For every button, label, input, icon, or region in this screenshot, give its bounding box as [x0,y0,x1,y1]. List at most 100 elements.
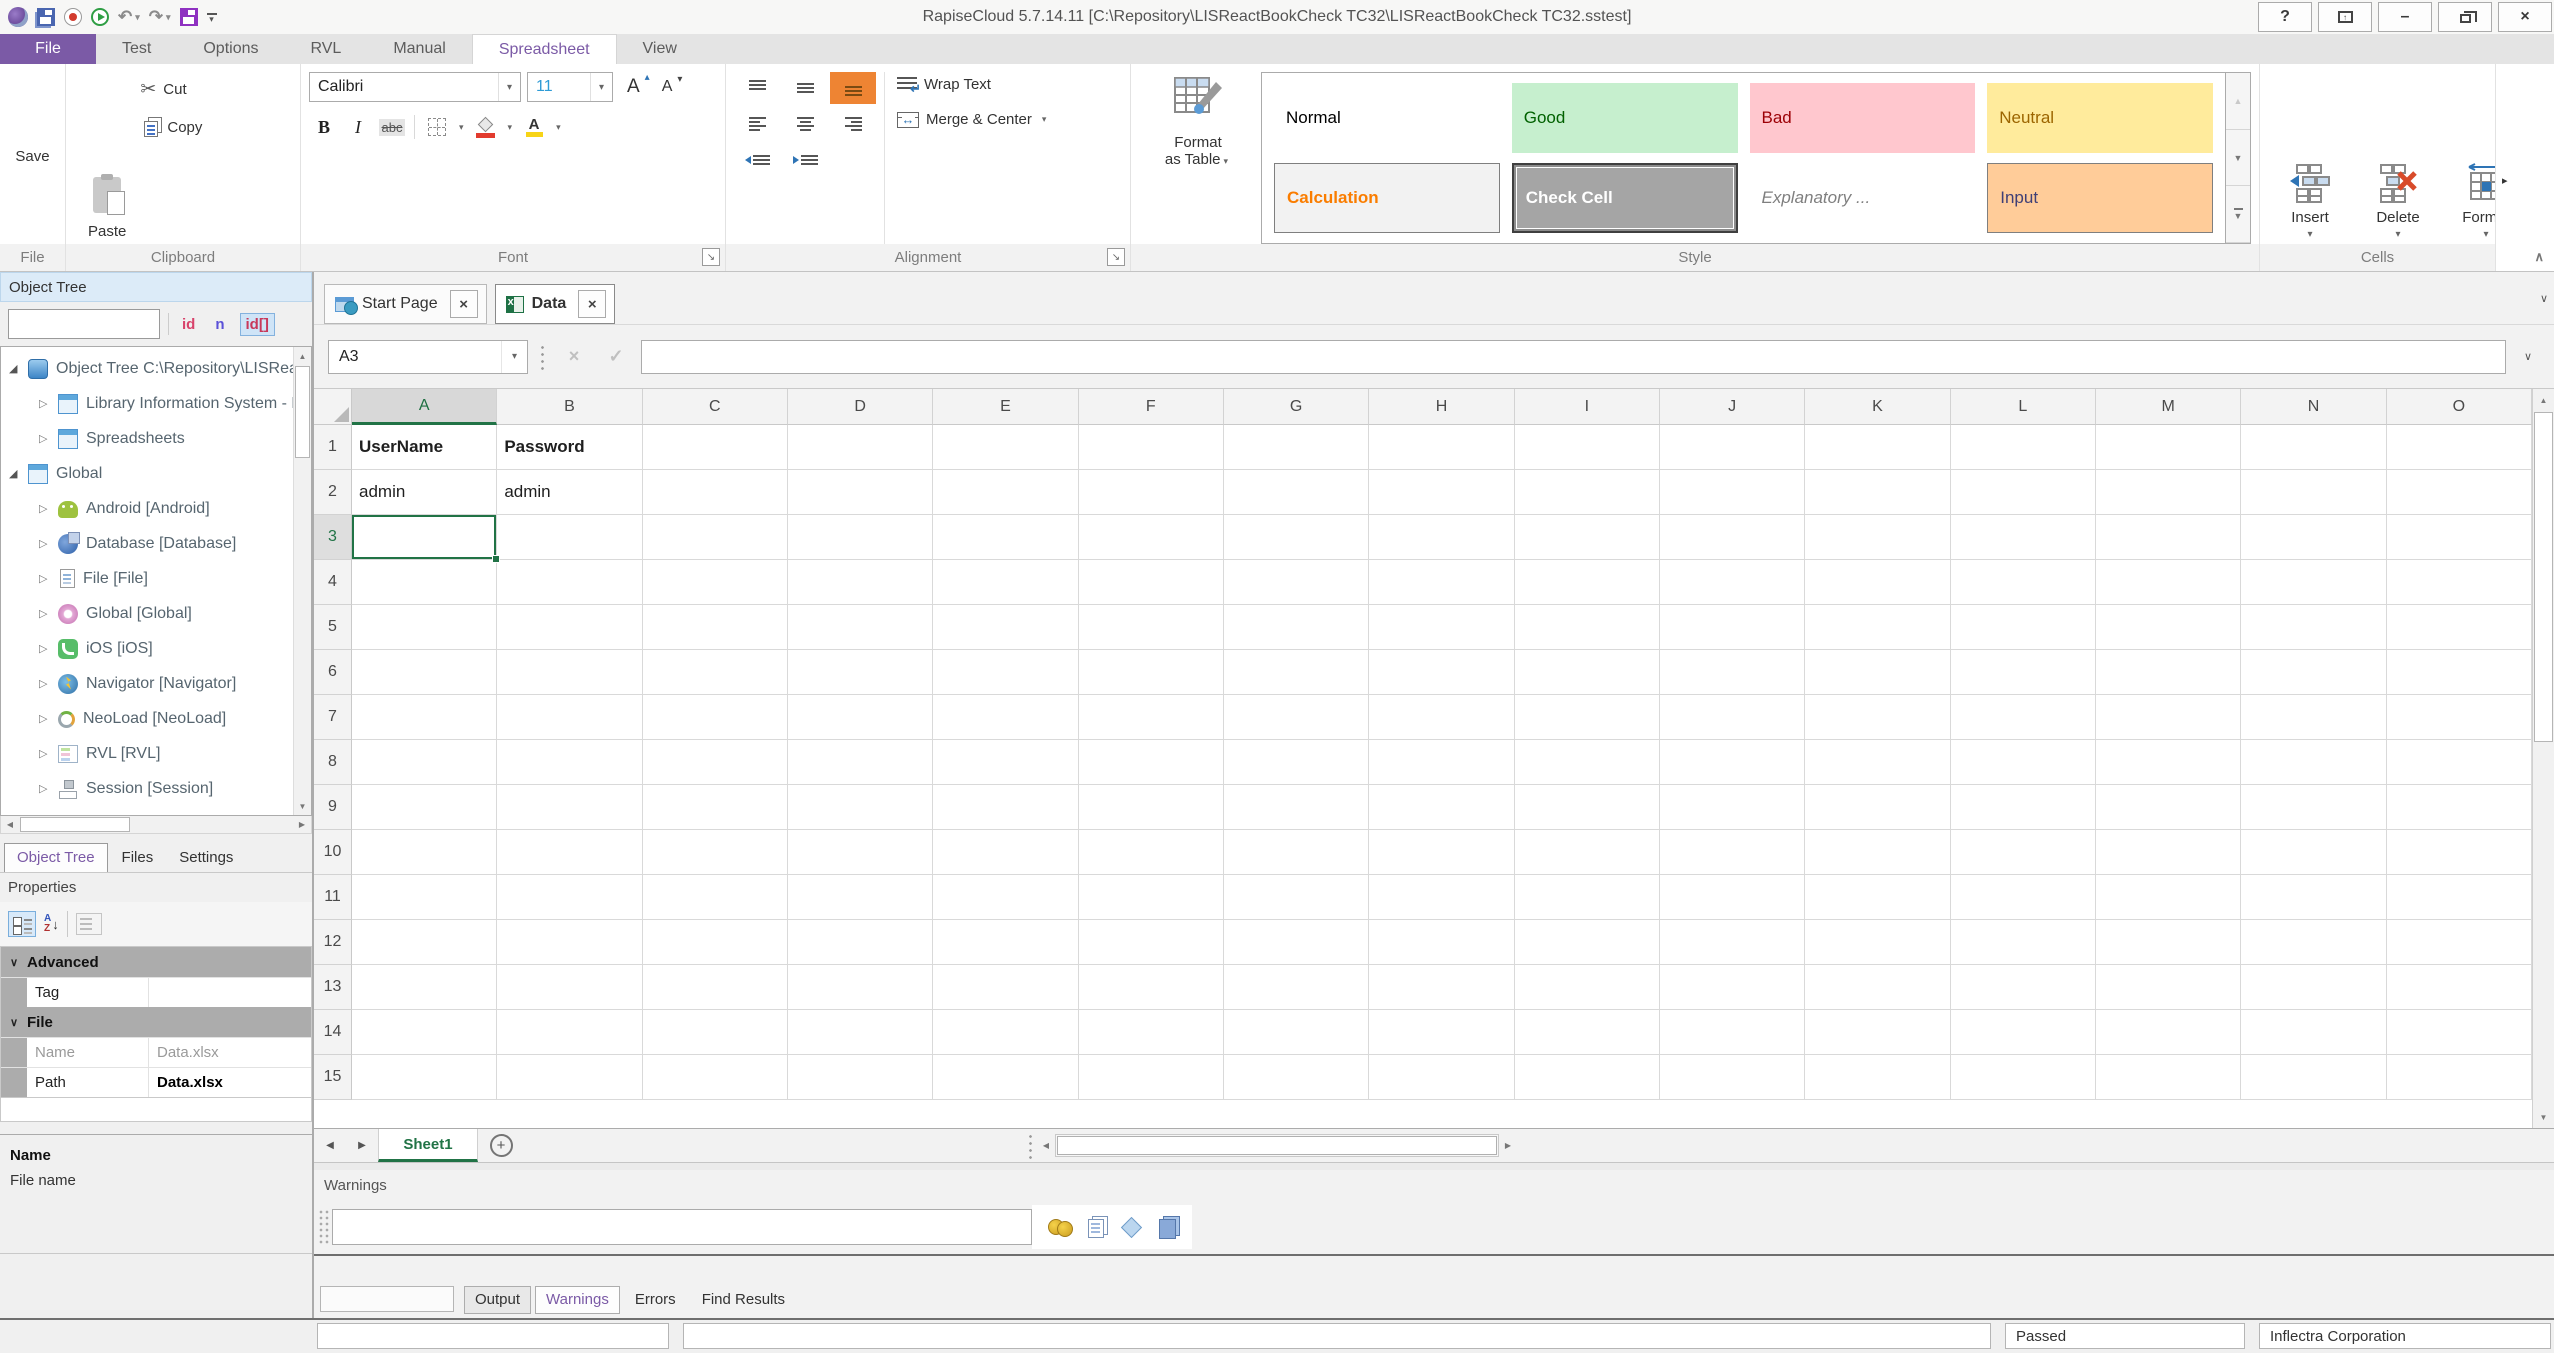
cell-b13[interactable] [497,965,642,1010]
expand-arrow-icon[interactable] [39,432,53,445]
ribbon-tab-test[interactable]: Test [96,34,177,64]
cell-f14[interactable] [1079,1010,1224,1055]
cell-a7[interactable] [352,695,497,740]
cell-h5[interactable] [1369,605,1514,650]
scroll-right-icon[interactable] [293,816,311,833]
column-header-e[interactable]: E [933,389,1078,425]
collapse-arrow-icon[interactable] [9,362,23,375]
cell-k15[interactable] [1805,1055,1950,1100]
increase-indent-button[interactable] [782,144,828,176]
cell-o9[interactable] [2387,785,2532,830]
cell-o2[interactable] [2387,470,2532,515]
cell-f7[interactable] [1079,695,1224,740]
cell-b11[interactable] [497,875,642,920]
cell-o1[interactable] [2387,425,2532,470]
chevron-down-icon[interactable] [505,122,516,133]
column-header-a[interactable]: A [352,389,497,425]
doc-tab-start-page[interactable]: Start Page [324,284,487,324]
row-header-4[interactable]: 4 [314,560,352,605]
cell-h4[interactable] [1369,560,1514,605]
column-header-g[interactable]: G [1224,389,1369,425]
grid-horizontal-scrollbar[interactable] [1037,1129,1517,1162]
cell-i6[interactable] [1515,650,1660,695]
cell-n2[interactable] [2241,470,2386,515]
cell-o11[interactable] [2387,875,2532,920]
cell-o13[interactable] [2387,965,2532,1010]
tree-item-neoload-neoload[interactable]: NeoLoad [NeoLoad] [1,701,293,736]
cell-j15[interactable] [1660,1055,1805,1100]
cell-o5[interactable] [2387,605,2532,650]
cell-c3[interactable] [643,515,788,560]
cell-n7[interactable] [2241,695,2386,740]
expand-arrow-icon[interactable] [39,502,53,515]
row-header-10[interactable]: 10 [314,830,352,875]
redo-icon[interactable]: ↷ [149,9,171,25]
categorized-view-icon[interactable] [8,911,36,937]
scroll-down-icon[interactable] [2533,1106,2554,1128]
row-header-11[interactable]: 11 [314,875,352,920]
chevron-down-icon[interactable] [590,73,612,101]
cell-c8[interactable] [643,740,788,785]
style-explanatory[interactable]: Explanatory ... [1750,163,1976,233]
cell-b9[interactable] [497,785,642,830]
cell-d6[interactable] [788,650,933,695]
select-all-corner[interactable] [314,389,352,425]
cell-j7[interactable] [1660,695,1805,740]
restore-button[interactable] [2438,2,2492,32]
cell-m5[interactable] [2096,605,2241,650]
cell-e6[interactable] [933,650,1078,695]
cell-g15[interactable] [1224,1055,1369,1100]
cell-d4[interactable] [788,560,933,605]
cell-i8[interactable] [1515,740,1660,785]
cell-d1[interactable] [788,425,933,470]
cell-o3[interactable] [2387,515,2532,560]
expand-arrow-icon[interactable] [39,537,53,550]
chevron-down-icon[interactable] [456,122,467,133]
cell-h3[interactable] [1369,515,1514,560]
delete-cells-button[interactable]: Delete [2362,72,2434,244]
cell-n6[interactable] [2241,650,2386,695]
cell-f8[interactable] [1079,740,1224,785]
cell-e11[interactable] [933,875,1078,920]
increase-font-size-button[interactable]: A [619,76,648,98]
fill-color-button[interactable] [471,112,501,142]
cell-h10[interactable] [1369,830,1514,875]
cell-i7[interactable] [1515,695,1660,740]
row-header-8[interactable]: 8 [314,740,352,785]
cell-o6[interactable] [2387,650,2532,695]
column-header-j[interactable]: J [1660,389,1805,425]
chevron-down-icon[interactable] [498,73,520,101]
format-as-table-button[interactable]: Format as Table [1139,72,1257,244]
cell-b10[interactable] [497,830,642,875]
search-filter-n[interactable]: n [210,314,229,335]
close-tab-icon[interactable] [578,290,606,318]
cell-l3[interactable] [1951,515,2096,560]
tree-item-library-information-system-react[interactable]: Library Information System - React, [1,386,293,421]
cell-c12[interactable] [643,920,788,965]
cell-k1[interactable] [1805,425,1950,470]
column-header-b[interactable]: B [497,389,642,425]
cell-o10[interactable] [2387,830,2532,875]
expand-arrow-icon[interactable] [39,642,53,655]
cell-l1[interactable] [1951,425,2096,470]
tree-item-database-database[interactable]: Database [Database] [1,526,293,561]
cell-f2[interactable] [1079,470,1224,515]
cell-i11[interactable] [1515,875,1660,920]
cell-c7[interactable] [643,695,788,740]
cell-k2[interactable] [1805,470,1950,515]
cell-b1[interactable]: Password [497,425,642,470]
column-header-c[interactable]: C [643,389,788,425]
scrollbar-thumb[interactable] [2534,412,2553,742]
cell-h7[interactable] [1369,695,1514,740]
cell-e9[interactable] [933,785,1078,830]
ribbon-tab-spreadsheet[interactable]: Spreadsheet [472,34,617,64]
cell-m8[interactable] [2096,740,2241,785]
bold-button[interactable]: B [309,112,339,142]
cell-d3[interactable] [788,515,933,560]
scrollbar-thumb[interactable] [1057,1136,1497,1155]
cell-l10[interactable] [1951,830,2096,875]
cell-g2[interactable] [1224,470,1369,515]
cell-l4[interactable] [1951,560,2096,605]
cell-k14[interactable] [1805,1010,1950,1055]
cell-b6[interactable] [497,650,642,695]
